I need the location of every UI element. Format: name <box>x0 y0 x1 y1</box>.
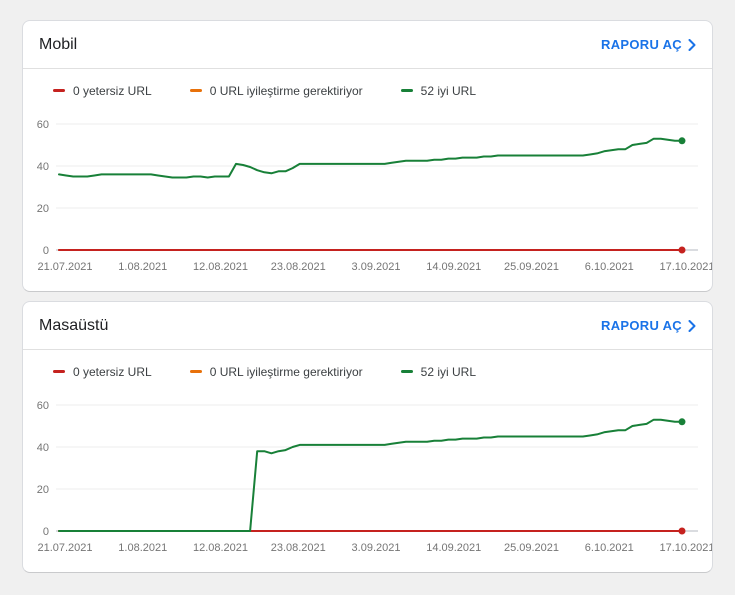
desktop-vitals-card: Masaüstü RAPORU AÇ 0 yetersiz URL 0 URL … <box>22 301 713 573</box>
mobile-vitals-card: Mobil RAPORU AÇ 0 yetersiz URL 0 URL iyi… <box>22 20 713 292</box>
page-title: Masaüstü <box>39 316 109 334</box>
svg-text:60: 60 <box>37 119 49 131</box>
page-title: Mobil <box>39 35 78 53</box>
svg-text:17.10.2021: 17.10.2021 <box>659 542 712 554</box>
svg-text:14.09.2021: 14.09.2021 <box>426 261 481 273</box>
legend-item-good: 52 iyi URL <box>400 364 476 379</box>
svg-text:23.08.2021: 23.08.2021 <box>271 261 326 273</box>
svg-text:1.08.2021: 1.08.2021 <box>118 261 167 273</box>
svg-text:6.10.2021: 6.10.2021 <box>585 542 634 554</box>
good-series-label: 52 iyi URL <box>420 83 476 98</box>
desktop-legend: 0 yetersiz URL 0 URL iyileştirme gerekti… <box>23 350 712 379</box>
good-series-swatch <box>400 89 413 92</box>
good-series-label: 52 iyi URL <box>420 364 476 379</box>
poor-series-label: 0 yetersiz URL <box>73 83 152 98</box>
poor-series-label: 0 yetersiz URL <box>73 364 152 379</box>
legend-item-needs-improvement: 0 URL iyileştirme gerektiriyor <box>189 364 363 379</box>
svg-text:21.07.2021: 21.07.2021 <box>37 542 92 554</box>
svg-text:60: 60 <box>37 400 49 412</box>
svg-text:23.08.2021: 23.08.2021 <box>271 542 326 554</box>
open-report-link[interactable]: RAPORU AÇ <box>601 37 696 52</box>
open-report-label: RAPORU AÇ <box>601 318 682 333</box>
svg-text:25.09.2021: 25.09.2021 <box>504 261 559 273</box>
svg-text:1.08.2021: 1.08.2021 <box>118 542 167 554</box>
needs-improvement-series-label: 0 URL iyileştirme gerektiriyor <box>209 83 363 98</box>
legend-item-good: 52 iyi URL <box>400 83 476 98</box>
desktop-chart-canvas[interactable]: 0 20 40 60 21.07.2021 1.08.2021 12.08.2021 23.0… <box>23 379 712 557</box>
needs-improvement-series-label: 0 URL iyileştirme gerektiriyor <box>209 364 363 379</box>
open-report-link[interactable]: RAPORU AÇ <box>601 318 696 333</box>
mobile-card-header: Mobil RAPORU AÇ <box>23 21 712 69</box>
desktop-card-header: Masaüstü RAPORU AÇ <box>23 302 712 350</box>
mobile-chart-canvas[interactable]: 0 20 40 60 21.07.2021 1.08.2021 12.08.2021 23.0… <box>23 98 712 276</box>
needs-improvement-series-swatch <box>189 89 202 92</box>
svg-text:0: 0 <box>43 245 49 257</box>
svg-text:40: 40 <box>37 442 49 454</box>
needs-improvement-series-swatch <box>189 370 202 373</box>
poor-series-swatch <box>53 370 65 373</box>
poor-series-swatch <box>53 89 65 92</box>
mobile-legend: 0 yetersiz URL 0 URL iyileştirme gerekti… <box>23 69 712 98</box>
legend-item-poor: 0 yetersiz URL <box>53 84 152 98</box>
svg-text:0: 0 <box>43 526 49 538</box>
legend-item-needs-improvement: 0 URL iyileştirme gerektiriyor <box>189 83 363 98</box>
svg-text:21.07.2021: 21.07.2021 <box>37 261 92 273</box>
good-series-swatch <box>400 370 413 373</box>
svg-text:12.08.2021: 12.08.2021 <box>193 542 248 554</box>
svg-text:14.09.2021: 14.09.2021 <box>426 542 481 554</box>
legend-item-poor: 0 yetersiz URL <box>53 365 152 379</box>
chevron-right-icon <box>688 319 696 332</box>
svg-text:3.09.2021: 3.09.2021 <box>352 542 401 554</box>
svg-text:40: 40 <box>37 161 49 173</box>
svg-text:3.09.2021: 3.09.2021 <box>352 261 401 273</box>
open-report-label: RAPORU AÇ <box>601 37 682 52</box>
mobile-chart: 0 20 40 60 21.07.2021 1.08.2021 12.08.2021 23.0… <box>23 98 712 276</box>
svg-text:6.10.2021: 6.10.2021 <box>585 261 634 273</box>
svg-text:17.10.2021: 17.10.2021 <box>659 261 712 273</box>
svg-text:20: 20 <box>37 484 49 496</box>
svg-text:20: 20 <box>37 203 49 215</box>
svg-text:12.08.2021: 12.08.2021 <box>193 261 248 273</box>
desktop-chart: 0 20 40 60 21.07.2021 1.08.2021 12.08.2021 23.0… <box>23 379 712 557</box>
svg-text:25.09.2021: 25.09.2021 <box>504 542 559 554</box>
chevron-right-icon <box>688 38 696 51</box>
